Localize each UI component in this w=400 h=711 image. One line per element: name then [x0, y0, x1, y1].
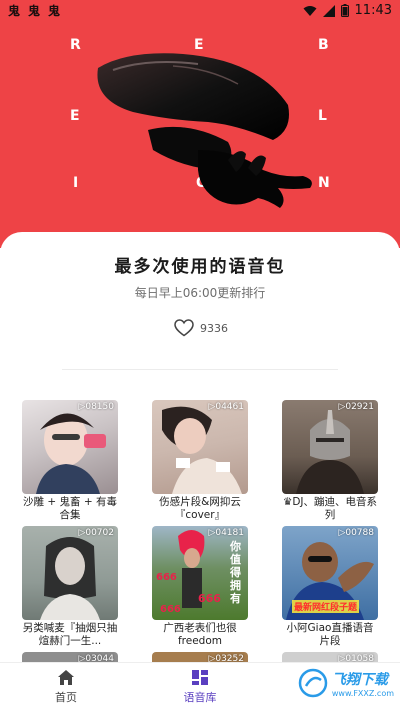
tile-caption: 伤感片段&网抑云『cover』 [159, 496, 241, 521]
nav-home-label: 首页 [55, 691, 77, 704]
hero-letter: I [73, 175, 80, 191]
signal-icon [322, 4, 335, 17]
tile-caption: ♛DJ、蹦迪、电音系列 [282, 496, 378, 521]
voice-pack-tile[interactable]: ▷08150 沙雕 + 鬼畜 + 有毒合集 [22, 400, 118, 522]
play-count: ▷00788 [338, 528, 374, 538]
wifi-icon [303, 5, 317, 16]
card-title: 最多次使用的语音包 [114, 257, 286, 277]
battery-icon [340, 4, 349, 17]
gloved-hand-illustration [97, 53, 312, 208]
card-subtitle: 每日早上06:00更新排行 [134, 286, 266, 300]
like-button[interactable]: 9336 [174, 319, 228, 337]
portrait-image [162, 406, 242, 494]
tile-thumbnail[interactable]: 666 666 666 你值得拥有 ▷04181 [152, 526, 248, 620]
hero-letter: E [70, 108, 81, 124]
play-count: ▷02921 [338, 402, 374, 412]
tile-thumbnail[interactable]: ▷00702 [22, 526, 118, 620]
status-right: 11:43 [303, 3, 392, 18]
voice-pack-tile[interactable]: 最新网红段子题 ▷00788 小阿Giao直播语音片段 [282, 526, 378, 648]
tile-caption: 另类喊麦『抽烟只抽煊赫门一生... [22, 622, 118, 647]
helmet-figure-image [296, 410, 364, 494]
voice-pack-tile[interactable]: ▷04461 伤感片段&网抑云『cover』 [152, 400, 248, 522]
watermark-url: www.FXXZ.com [331, 688, 394, 698]
play-count: ▷04181 [208, 528, 244, 538]
tile-thumbnail[interactable]: 最新网红段子题 ▷00788 [282, 526, 378, 620]
voice-pack-tile[interactable]: ▷02921 ♛DJ、蹦迪、电音系列 [282, 400, 378, 522]
nav-library-label: 语音库 [183, 691, 217, 704]
overlay-text: 666 [160, 604, 181, 615]
tile-thumbnail[interactable]: ▷04461 [152, 400, 248, 494]
hero-letter: L [318, 108, 328, 124]
tile-caption: 广西老表们也很freedom [163, 622, 237, 647]
app-notification-icon: 鬼 [8, 4, 21, 18]
app-notification-icon: 鬼 [28, 4, 41, 18]
portrait-image [36, 413, 106, 494]
heart-icon[interactable] [174, 319, 194, 337]
app-notification-icon: 鬼 [48, 4, 61, 18]
home-icon[interactable] [57, 669, 75, 686]
status-bar: 鬼 鬼 鬼 11:43 [0, 0, 400, 24]
tile-thumbnail[interactable]: ▷02921 [282, 400, 378, 494]
hero-banner: 鬼 鬼 鬼 11:43 R E B E L L I O N [0, 0, 400, 248]
voice-pack-tile[interactable]: ▷00702 另类喊麦『抽烟只抽煊赫门一生... [22, 526, 118, 648]
tile-caption: 沙雕 + 鬼畜 + 有毒合集 [23, 496, 117, 521]
library-grid-icon[interactable] [191, 669, 209, 686]
divider [62, 369, 338, 370]
ranking-card: 最多次使用的语音包 每日早上06:00更新排行 9336 ▷08150 沙雕 +… [0, 232, 400, 711]
screen: 鬼 鬼 鬼 11:43 R E B E L L I O N [0, 0, 400, 711]
site-watermark: 飞翔下载 www.FXXZ.com [298, 668, 394, 698]
status-time: 11:43 [354, 3, 392, 18]
hero-letter: R [70, 37, 82, 53]
play-count: ▷00702 [78, 528, 114, 538]
like-count: 9336 [200, 321, 228, 335]
nav-home[interactable]: 首页 [26, 669, 106, 705]
overlay-text: 666 [156, 572, 177, 583]
hero-letter: N [318, 175, 331, 191]
voice-pack-tile[interactable]: 666 666 666 你值得拥有 ▷04181 广西老表们也很freedom [152, 526, 248, 648]
overlay-text: 你值得拥有 [230, 540, 241, 605]
watermark-logo-icon [298, 668, 328, 698]
status-app-icons: 鬼 鬼 鬼 [8, 3, 64, 19]
hero-letter: B [318, 37, 330, 53]
watermark-text: 飞翔下载 [331, 671, 388, 688]
nav-library[interactable]: 语音库 [160, 669, 240, 705]
portrait-image [40, 537, 100, 620]
tile-thumbnail[interactable]: ▷08150 [22, 400, 118, 494]
overlay-text: 最新网红段子题 [292, 600, 360, 613]
tile-caption: 小阿Giao直播语音片段 [286, 622, 374, 647]
overlay-text: 666 [198, 592, 221, 605]
play-count: ▷04461 [208, 402, 244, 412]
play-count: ▷08150 [78, 402, 114, 412]
